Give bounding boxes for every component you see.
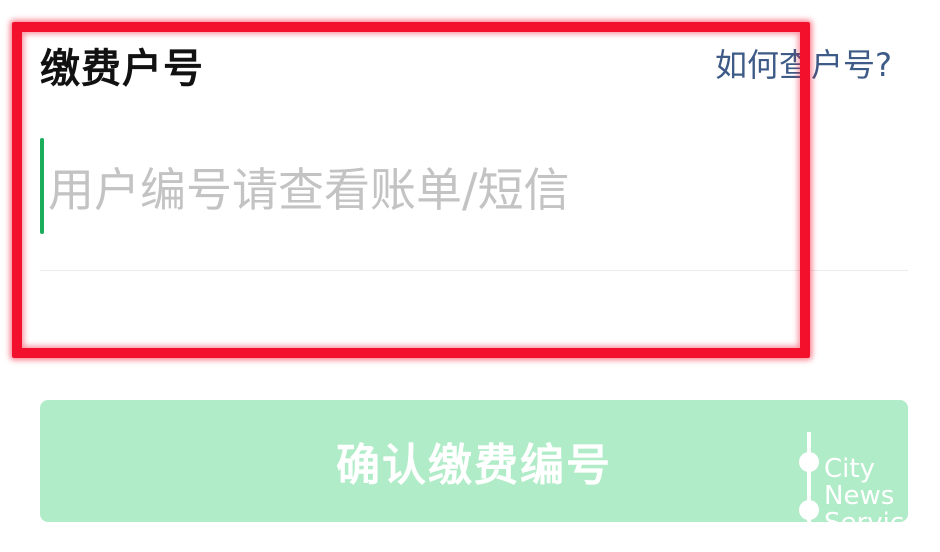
account-input-row[interactable] [40, 130, 908, 250]
section-title: 缴费户号 [40, 46, 204, 92]
input-divider [40, 270, 908, 271]
text-caret [40, 138, 44, 234]
how-to-find-account-link[interactable]: 如何查户号? [715, 40, 892, 86]
account-number-input[interactable] [48, 150, 888, 230]
confirm-payment-number-button[interactable]: 确认缴费编号 [40, 400, 908, 522]
